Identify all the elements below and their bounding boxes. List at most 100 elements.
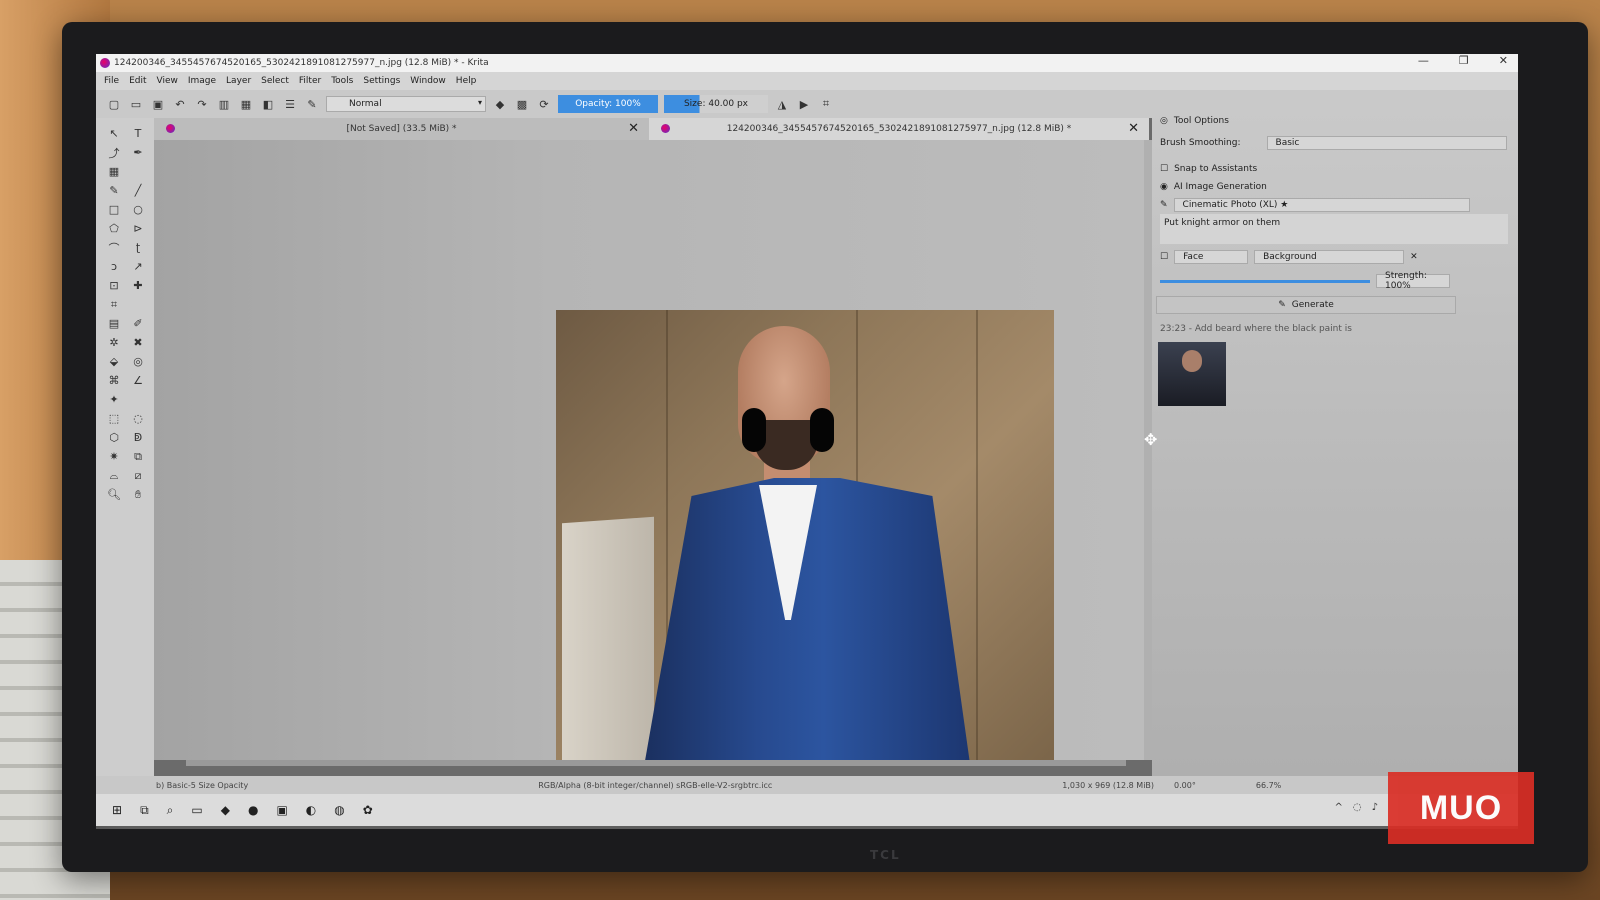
- save-icon[interactable]: ▣: [150, 96, 166, 112]
- similar-select-icon[interactable]: ⧉: [128, 447, 148, 466]
- region-target-select[interactable]: Background: [1254, 250, 1405, 264]
- polygon-tool-icon[interactable]: ⬠: [104, 219, 124, 238]
- ellipse-tool-icon[interactable]: ○: [128, 200, 148, 219]
- alpha-lock-icon[interactable]: ▩: [514, 96, 530, 112]
- generated-thumbnail[interactable]: [1158, 342, 1226, 406]
- canvas-image[interactable]: [556, 310, 1054, 762]
- vertical-scrollbar[interactable]: [1144, 140, 1152, 760]
- ellipse-select-icon[interactable]: ◌: [128, 409, 148, 428]
- reference-tool-icon[interactable]: ✦: [104, 390, 124, 409]
- mirror-vertical-icon[interactable]: ▶: [796, 96, 812, 112]
- volume-icon[interactable]: ♪: [1372, 802, 1378, 813]
- polygon-select-icon[interactable]: ⬡: [104, 428, 124, 447]
- tab-image-file[interactable]: 124200346_3455457674520165_5302421891081…: [649, 118, 1149, 140]
- maximize-button[interactable]: ❐: [1459, 54, 1469, 67]
- gradient-icon[interactable]: ▥: [216, 96, 232, 112]
- krita-taskbar-icon[interactable]: ✿: [363, 803, 373, 817]
- snap-checkbox[interactable]: ☐: [1160, 164, 1168, 174]
- text-tool-icon[interactable]: T: [128, 124, 148, 143]
- generate-button[interactable]: ✎ Generate: [1156, 296, 1456, 314]
- crop-tool-icon[interactable]: ⌗: [104, 295, 124, 314]
- app-icon[interactable]: ▣: [276, 803, 287, 817]
- model-select[interactable]: Cinematic Photo (XL) ★: [1173, 198, 1470, 212]
- minimize-button[interactable]: —: [1418, 54, 1429, 67]
- close-icon[interactable]: ✕: [628, 121, 639, 136]
- strength-slider[interactable]: [1160, 279, 1370, 283]
- bezier-tool-icon[interactable]: ⌒: [104, 238, 124, 257]
- app-icon[interactable]: ◆: [221, 803, 230, 817]
- search-icon[interactable]: ⌕: [167, 803, 174, 818]
- eraser-icon[interactable]: ◆: [492, 96, 508, 112]
- brush-smoothing-select[interactable]: Basic: [1266, 136, 1507, 150]
- undo-icon[interactable]: ↶: [172, 96, 188, 112]
- menu-help[interactable]: Help: [456, 76, 477, 86]
- horizontal-scrollbar[interactable]: [186, 760, 1126, 766]
- assistant-tool-icon[interactable]: ⌘: [104, 371, 124, 390]
- tab-not-saved[interactable]: [Not Saved] (33.5 MiB) * ✕: [154, 118, 649, 140]
- zoom-tool-icon[interactable]: 🔍︎: [104, 485, 124, 504]
- colorize-mask-icon[interactable]: ✖: [128, 333, 148, 352]
- status-zoom[interactable]: 66.7%: [1256, 781, 1281, 790]
- menu-window[interactable]: Window: [410, 76, 446, 86]
- brush-presets-icon[interactable]: ☰: [282, 96, 298, 112]
- menu-edit[interactable]: Edit: [129, 76, 146, 86]
- pattern-icon[interactable]: ▦: [238, 96, 254, 112]
- app-icon[interactable]: ◍: [334, 803, 344, 817]
- freehand-select-icon[interactable]: ↁ: [128, 428, 148, 447]
- rect-select-icon[interactable]: ⬚: [104, 409, 124, 428]
- brush-preset-icon[interactable]: ✎: [304, 96, 320, 112]
- menu-tools[interactable]: Tools: [331, 76, 353, 86]
- close-button[interactable]: ✕: [1499, 54, 1508, 67]
- menu-file[interactable]: File: [104, 76, 119, 86]
- file-explorer-icon[interactable]: ▭: [191, 803, 202, 817]
- menu-image[interactable]: Image: [188, 76, 216, 86]
- transform-tool-icon[interactable]: ⊡: [104, 276, 124, 295]
- open-folder-icon[interactable]: ▭: [128, 96, 144, 112]
- polyline-tool-icon[interactable]: ⊳: [128, 219, 148, 238]
- region-checkbox[interactable]: ☐: [1160, 252, 1168, 262]
- workspace-icon[interactable]: ✎: [1160, 200, 1168, 210]
- canvas-area[interactable]: [154, 140, 1144, 762]
- measure-tool-icon[interactable]: ∠: [128, 371, 148, 390]
- firefox-icon[interactable]: ●: [248, 803, 258, 817]
- bezier-select-icon[interactable]: ⌓: [104, 466, 124, 485]
- menu-select[interactable]: Select: [261, 76, 289, 86]
- gradient-tool-icon[interactable]: ▤: [104, 314, 124, 333]
- reload-icon[interactable]: ⟳: [536, 96, 552, 112]
- color-swatch-icon[interactable]: ◧: [260, 96, 276, 112]
- wrap-around-icon[interactable]: ⌗: [818, 96, 834, 112]
- status-rotation[interactable]: 0.00°: [1174, 781, 1196, 790]
- fill-tool-icon[interactable]: ⬙: [104, 352, 124, 371]
- menu-layer[interactable]: Layer: [226, 76, 251, 86]
- region-select[interactable]: Face: [1174, 250, 1249, 264]
- blend-mode-select[interactable]: Normal: [326, 96, 486, 112]
- line-tool-icon[interactable]: ╱: [128, 181, 148, 200]
- new-document-icon[interactable]: ▢: [106, 96, 122, 112]
- freehand-path-icon[interactable]: ʈ: [128, 238, 148, 257]
- menu-view[interactable]: View: [157, 76, 178, 86]
- menu-settings[interactable]: Settings: [363, 76, 400, 86]
- magnetic-select-icon[interactable]: ⧄: [128, 466, 148, 485]
- menu-filter[interactable]: Filter: [299, 76, 321, 86]
- freehand-brush-icon[interactable]: ✎: [104, 181, 124, 200]
- prompt-box[interactable]: Put knight armor on them: [1160, 214, 1508, 244]
- enclose-fill-icon[interactable]: ◎: [128, 352, 148, 371]
- smart-patch-icon[interactable]: ✲: [104, 333, 124, 352]
- pan-tool-icon[interactable]: ✋︎: [128, 485, 148, 504]
- close-region-icon[interactable]: ✕: [1410, 252, 1418, 262]
- calligraphy-icon[interactable]: ✒: [128, 143, 148, 162]
- redo-icon[interactable]: ↷: [194, 96, 210, 112]
- mirror-horizontal-icon[interactable]: ◮: [774, 96, 790, 112]
- size-slider[interactable]: Size: 40.00 px: [664, 95, 768, 113]
- move-tool-icon[interactable]: ✚: [128, 276, 148, 295]
- select-shapes-icon[interactable]: ↖: [104, 124, 124, 143]
- steam-icon[interactable]: ◐: [306, 803, 316, 817]
- opacity-slider[interactable]: Opacity: 100%: [558, 95, 658, 113]
- multibrush-icon[interactable]: ↗: [128, 257, 148, 276]
- network-icon[interactable]: ◌: [1353, 802, 1362, 813]
- pattern-edit-icon[interactable]: ▦: [104, 162, 124, 181]
- close-icon[interactable]: ✕: [1128, 121, 1139, 136]
- magic-wand-icon[interactable]: ✷: [104, 447, 124, 466]
- windows-start-icon[interactable]: ⊞: [112, 803, 122, 817]
- strength-field[interactable]: Strength: 100%: [1376, 271, 1450, 291]
